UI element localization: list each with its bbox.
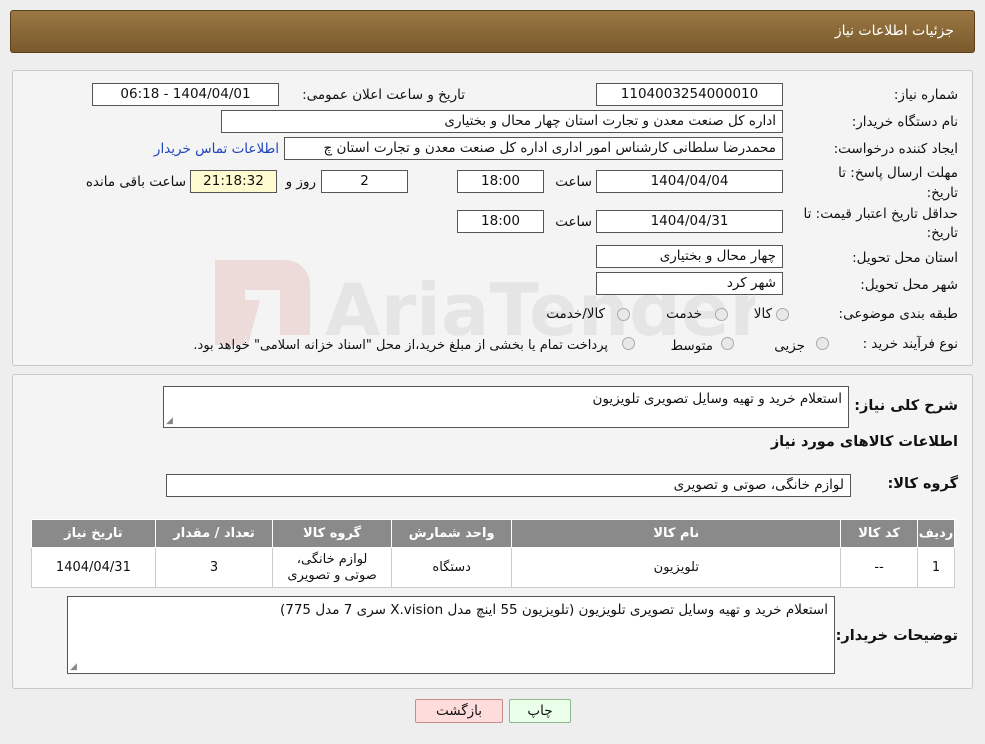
goods-group-label: گروه کالا: bbox=[887, 476, 958, 492]
summary-field: استعلام خرید و تهیه وسایل تصویری تلویزیو… bbox=[163, 386, 849, 428]
category-option-service: خدمت bbox=[666, 306, 702, 322]
col-code: کد کالا bbox=[840, 519, 919, 548]
creator-label: ایجاد کننده درخواست: bbox=[833, 141, 958, 157]
validity-time-field: 18:00 bbox=[457, 210, 544, 233]
col-group: گروه کالا bbox=[272, 519, 392, 548]
process-option-minor: جزیی bbox=[774, 338, 805, 354]
buyer-org-field: اداره کل صنعت معدن و تجارت استان چهار مح… bbox=[221, 110, 783, 133]
back-button[interactable]: بازگشت bbox=[415, 699, 503, 723]
deadline-time-field: 18:00 bbox=[457, 170, 544, 193]
table-row: 1 -- تلویزیون دستگاه لوازم خانگی، صوتی و… bbox=[31, 547, 955, 588]
goods-table-header: ردیف کد کالا نام کالا واحد شمارش گروه کا… bbox=[31, 519, 955, 548]
cell-qty: 3 bbox=[154, 547, 274, 588]
buyer-notes-field: استعلام خرید و تهیه وسایل تصویری تلویزیو… bbox=[67, 596, 835, 674]
page-title: جزئیات اطلاعات نیاز bbox=[834, 23, 954, 39]
process-radio-minor[interactable] bbox=[816, 337, 829, 350]
buyer-notes-label: توضیحات خریدار: bbox=[835, 628, 958, 644]
remaining-label: ساعت باقی مانده bbox=[85, 174, 186, 190]
province-label: استان محل تحویل: bbox=[852, 250, 958, 266]
category-label: طبقه بندی موضوعی: bbox=[838, 306, 958, 322]
col-qty: تعداد / مقدار bbox=[154, 519, 274, 548]
page-header: جزئیات اطلاعات نیاز bbox=[10, 10, 975, 53]
cell-group-line1: لوازم خانگی، bbox=[296, 551, 368, 567]
category-radio-goods-service[interactable] bbox=[617, 308, 630, 321]
buyer-org-label: نام دستگاه خریدار: bbox=[851, 114, 958, 130]
cell-code: -- bbox=[840, 547, 919, 588]
category-option-goods-service: کالا/خدمت bbox=[546, 306, 605, 322]
deadline-time-label: ساعت bbox=[555, 174, 592, 190]
col-date: تاریخ نیاز bbox=[31, 519, 156, 548]
need-number-label: شماره نیاز: bbox=[893, 87, 958, 103]
cell-row: 1 bbox=[917, 547, 955, 588]
process-note: پرداخت تمام یا بخشی از مبلغ خرید،از محل … bbox=[193, 338, 608, 353]
process-label: نوع فرآیند خرید : bbox=[862, 336, 958, 352]
days-field: 2 bbox=[321, 170, 408, 193]
category-option-goods: کالا bbox=[753, 306, 772, 322]
cell-date: 1404/04/31 bbox=[31, 547, 156, 588]
validity-time-label: ساعت bbox=[555, 214, 592, 230]
buyer-notes-resize-handle[interactable]: ◢ bbox=[70, 662, 77, 672]
category-radio-goods[interactable] bbox=[776, 308, 789, 321]
col-name: نام کالا bbox=[511, 519, 842, 548]
goods-info-title: اطلاعات کالاهای مورد نیاز bbox=[770, 434, 958, 450]
cell-unit: دستگاه bbox=[390, 547, 513, 588]
need-number-field: 1104003254000010 bbox=[596, 83, 783, 106]
summary-resize-handle[interactable]: ◢ bbox=[166, 416, 173, 426]
city-label: شهر محل تحویل: bbox=[860, 277, 958, 293]
creator-field: محمدرضا سلطانی کارشناس امور اداری اداره … bbox=[284, 137, 783, 160]
process-radio-medium[interactable] bbox=[721, 337, 734, 350]
col-row: ردیف bbox=[917, 519, 955, 548]
announce-field: 1404/04/01 - 06:18 bbox=[92, 83, 279, 106]
process-radio-treasury[interactable] bbox=[622, 337, 635, 350]
category-radio-service[interactable] bbox=[715, 308, 728, 321]
print-button[interactable]: چاپ bbox=[509, 699, 571, 723]
validity-label: حداقل تاریخ اعتبار قیمت: تا bbox=[803, 206, 958, 222]
city-field: شهر کرد bbox=[596, 272, 783, 295]
goods-table: ردیف کد کالا نام کالا واحد شمارش گروه کا… bbox=[31, 519, 955, 588]
province-field: چهار محال و بختیاری bbox=[596, 245, 783, 268]
goods-group-field: لوازم خانگی، صوتی و تصویری bbox=[166, 474, 851, 497]
deadline-label: مهلت ارسال پاسخ: تا bbox=[838, 165, 958, 181]
deadline-date-field: 1404/04/04 bbox=[596, 170, 783, 193]
cell-group-line2: صوتی و تصویری bbox=[287, 567, 377, 583]
cell-name: تلویزیون bbox=[511, 547, 842, 588]
announce-label: تاریخ و ساعت اعلان عمومی: bbox=[302, 87, 465, 103]
cell-group: لوازم خانگی، صوتی و تصویری bbox=[272, 547, 392, 588]
deadline-label-date: تاریخ: bbox=[926, 185, 958, 201]
summary-label: شرح کلی نیاز: bbox=[854, 398, 958, 414]
remaining-time-field: 21:18:32 bbox=[190, 170, 277, 193]
days-label: روز و bbox=[285, 174, 316, 190]
process-option-medium: متوسط bbox=[670, 338, 713, 354]
buyer-contact-link[interactable]: اطلاعات تماس خریدار bbox=[154, 141, 279, 157]
col-unit: واحد شمارش bbox=[390, 519, 513, 548]
validity-label-date: تاریخ: bbox=[926, 225, 958, 241]
validity-date-field: 1404/04/31 bbox=[596, 210, 783, 233]
